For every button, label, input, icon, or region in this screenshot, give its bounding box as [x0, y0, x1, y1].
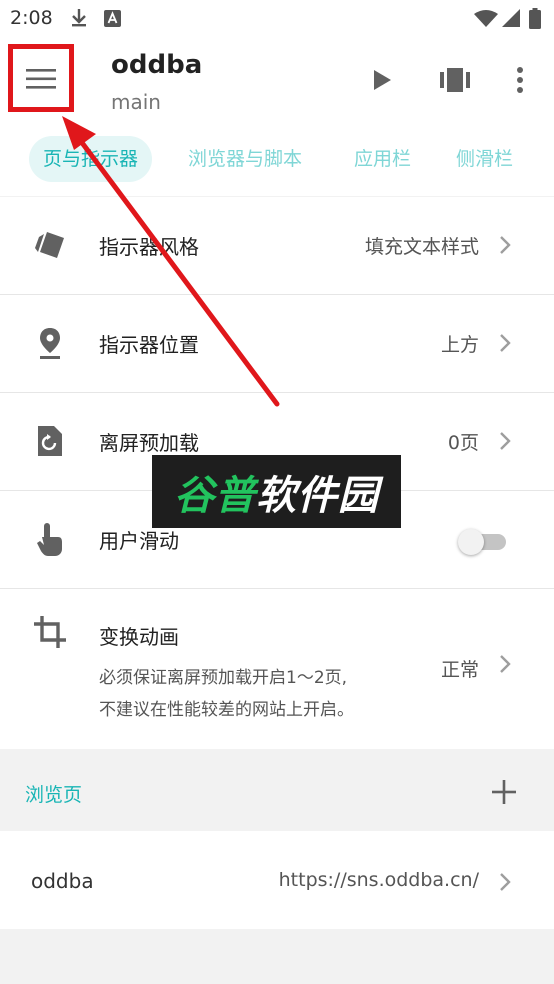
annotation-highlight-box [8, 44, 74, 112]
toggle-thumb [458, 529, 484, 555]
chevron-right-icon [500, 236, 511, 254]
setting-description: 必须保证离屏预加载开启1～2页, 不建议在性能较差的网站上开启。 [99, 662, 354, 726]
setting-value: 正常 [440, 659, 479, 681]
page-view-button[interactable] [435, 60, 475, 100]
view-carousel-icon [440, 68, 470, 92]
watermark-logo: 谷普 软件园 [152, 455, 401, 528]
setting-value: 0页 [447, 432, 479, 454]
tab-browser-script[interactable]: 浏览器与脚本 [188, 136, 302, 182]
browse-page-item[interactable]: oddba https://sns.oddba.cn/ [0, 831, 554, 929]
setting-value: 上方 [440, 334, 479, 356]
watermark-text: 软件园 [256, 472, 379, 519]
play-button[interactable] [362, 60, 402, 100]
chevron-right-icon [500, 432, 511, 450]
tab-app-bar[interactable]: 应用栏 [354, 136, 411, 182]
setting-indicator-style[interactable]: 指示器风格 填充文本样式 [0, 197, 554, 295]
description-line: 必须保证离屏预加载开启1～2页, [99, 668, 348, 688]
chevron-right-icon [500, 655, 511, 673]
setting-label: 离屏预加载 [99, 431, 199, 455]
signal-icon [502, 9, 520, 27]
tab-page-indicator[interactable]: 页与指示器 [29, 136, 153, 182]
setting-transform-animation[interactable]: 变换动画 必须保证离屏预加载开启1～2页, 不建议在性能较差的网站上开启。 正常 [0, 589, 554, 749]
add-page-button[interactable] [486, 774, 522, 810]
setting-indicator-position[interactable]: 指示器位置 上方 [0, 295, 554, 393]
user-swipe-toggle[interactable] [458, 526, 508, 555]
description-line: 不建议在性能较差的网站上开启。 [99, 700, 354, 720]
tab-side-drawer[interactable]: 侧滑栏 [456, 136, 513, 182]
setting-label: 指示器风格 [99, 235, 199, 259]
browse-pages-section: 浏览页 [0, 752, 554, 831]
status-time: 2:08 [10, 7, 53, 29]
download-icon [72, 9, 86, 27]
status-bar: 2:08 [0, 0, 554, 38]
setting-value: 填充文本样式 [364, 236, 479, 258]
section-title: 浏览页 [25, 784, 83, 806]
setting-label: 用户滑动 [99, 529, 179, 553]
app-notification-icon [104, 10, 121, 27]
crop-icon [33, 615, 67, 649]
page-name: oddba [31, 869, 94, 893]
watermark-text: 谷普 [174, 472, 256, 519]
setting-label: 变换动画 [99, 625, 179, 649]
wifi-icon [474, 10, 498, 27]
location-pin-icon [33, 326, 67, 360]
restore-page-icon [33, 424, 67, 458]
play-icon [374, 70, 391, 90]
page-url: https://sns.oddba.cn/ [278, 869, 479, 891]
setting-label: 指示器位置 [99, 333, 199, 357]
chevron-right-icon [500, 334, 511, 352]
more-options-button[interactable] [500, 60, 540, 100]
app-bar: oddba main [0, 38, 554, 134]
touch-gesture-icon [33, 522, 67, 556]
plus-icon [492, 780, 516, 804]
app-subtitle: main [111, 90, 161, 114]
tab-bar: 页与指示器 浏览器与脚本 应用栏 侧滑栏 [0, 134, 554, 196]
chevron-right-icon [500, 873, 511, 891]
app-title: oddba [111, 50, 203, 80]
more-vert-icon [517, 67, 523, 93]
battery-icon [529, 8, 541, 29]
style-icon [33, 228, 67, 262]
